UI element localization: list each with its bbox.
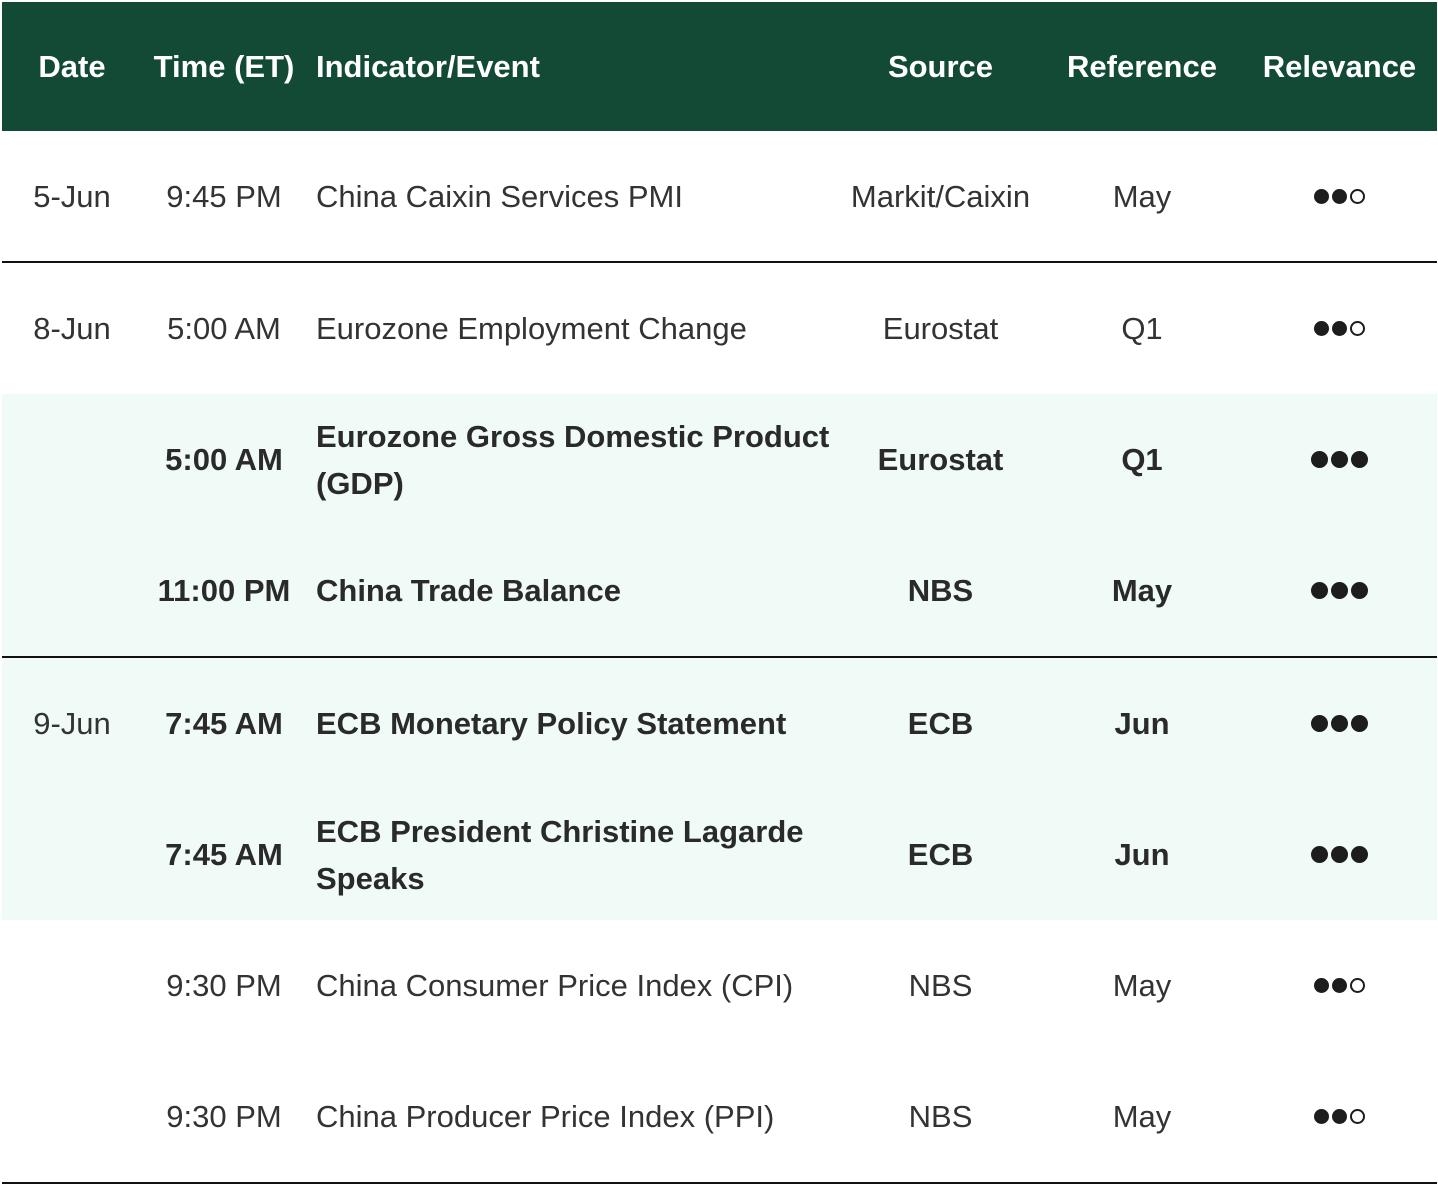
table-row: 11:00 PM China Trade Balance NBS May bbox=[2, 525, 1437, 656]
header-time: Time (ET) bbox=[153, 48, 295, 84]
table-row: 9-Jun 7:45 AM ECB Monetary Policy Statem… bbox=[2, 658, 1437, 789]
time-cell: 9:30 PM bbox=[166, 968, 282, 1003]
source-cell: NBS bbox=[908, 1099, 973, 1134]
date-cell bbox=[2, 525, 142, 656]
relevance-dot-filled-icon bbox=[1314, 1109, 1329, 1124]
relevance-dot-filled-icon bbox=[1351, 715, 1368, 732]
relevance-dot-filled-icon bbox=[1332, 1109, 1347, 1124]
time-cell: 5:00 AM bbox=[165, 442, 283, 477]
header-source: Source bbox=[887, 48, 994, 84]
event-cell: China Caixin Services PMI bbox=[316, 178, 683, 214]
source-cell: NBS bbox=[907, 573, 974, 608]
relevance-cell bbox=[1242, 920, 1437, 1051]
time-cell: 7:45 AM bbox=[165, 837, 283, 872]
date-cell bbox=[2, 394, 142, 525]
reference-cell: Jun bbox=[1114, 706, 1170, 741]
time-cell: 11:00 PM bbox=[157, 573, 291, 608]
reference-cell: May bbox=[1112, 1099, 1172, 1134]
event-cell: Eurozone Gross Domestic Product (GDP) bbox=[316, 418, 830, 501]
event-cell: China Trade Balance bbox=[316, 573, 621, 608]
relevance-dots bbox=[1311, 846, 1368, 863]
time-cell: 7:45 AM bbox=[165, 706, 283, 741]
time-cell: 9:30 PM bbox=[166, 1099, 282, 1134]
table-row: 9:30 PM China Producer Price Index (PPI)… bbox=[2, 1051, 1437, 1182]
reference-cell: May bbox=[1112, 178, 1172, 214]
relevance-dots bbox=[1314, 1109, 1365, 1124]
event-cell: Eurozone Employment Change bbox=[316, 311, 747, 346]
relevance-dot-filled-icon bbox=[1351, 451, 1368, 468]
time-cell: 9:45 PM bbox=[166, 178, 282, 214]
relevance-dots bbox=[1314, 978, 1365, 993]
table-row: 7:45 AM ECB President Christine Lagarde … bbox=[2, 789, 1437, 920]
date-cell bbox=[2, 920, 142, 1051]
relevance-dot-filled-icon bbox=[1311, 715, 1328, 732]
relevance-dot-empty-icon bbox=[1350, 321, 1365, 336]
event-cell: ECB Monetary Policy Statement bbox=[316, 706, 787, 741]
relevance-dot-filled-icon bbox=[1351, 582, 1368, 599]
table-row: 5-Jun 9:45 PM China Caixin Services PMI … bbox=[2, 131, 1437, 261]
event-cell: China Producer Price Index (PPI) bbox=[316, 1099, 775, 1134]
relevance-dot-filled-icon bbox=[1331, 451, 1348, 468]
relevance-dots bbox=[1311, 715, 1368, 732]
time-cell: 5:00 AM bbox=[167, 311, 281, 346]
relevance-cell bbox=[1242, 789, 1437, 920]
header-event: Indicator/Event bbox=[316, 48, 540, 84]
date-cell: 9-Jun bbox=[33, 706, 111, 741]
relevance-dot-filled-icon bbox=[1311, 846, 1328, 863]
source-cell: ECB bbox=[907, 706, 974, 741]
relevance-cell bbox=[1242, 394, 1437, 525]
relevance-cell bbox=[1242, 658, 1437, 789]
source-cell: Eurostat bbox=[877, 442, 1004, 477]
source-cell: ECB bbox=[907, 837, 974, 872]
date-cell: 5-Jun bbox=[33, 178, 111, 214]
relevance-dot-filled-icon bbox=[1331, 715, 1348, 732]
relevance-cell bbox=[1242, 1051, 1437, 1182]
event-cell: China Consumer Price Index (CPI) bbox=[316, 968, 794, 1003]
relevance-dot-filled-icon bbox=[1332, 978, 1347, 993]
source-cell: Eurostat bbox=[882, 311, 999, 346]
event-cell: ECB President Christine Lagarde Speaks bbox=[316, 813, 804, 896]
header-date: Date bbox=[38, 48, 106, 84]
relevance-dot-filled-icon bbox=[1331, 846, 1348, 863]
relevance-dot-filled-icon bbox=[1311, 451, 1328, 468]
source-cell: NBS bbox=[908, 968, 973, 1003]
relevance-cell bbox=[1242, 525, 1437, 656]
date-cell bbox=[2, 789, 142, 920]
reference-cell: Q1 bbox=[1121, 442, 1163, 477]
table-row: 5:00 AM Eurozone Gross Domestic Product … bbox=[2, 394, 1437, 525]
relevance-dot-empty-icon bbox=[1350, 188, 1365, 204]
table-row: 9:30 PM China Consumer Price Index (CPI)… bbox=[2, 920, 1437, 1051]
relevance-dot-filled-icon bbox=[1314, 978, 1329, 993]
relevance-dot-filled-icon bbox=[1332, 321, 1347, 336]
relevance-dots bbox=[1311, 582, 1368, 599]
date-cell bbox=[2, 1051, 142, 1182]
economic-calendar-table: Date Time (ET) Indicator/Event Source Re… bbox=[2, 2, 1437, 1184]
table-row: 8-Jun 5:00 AM Eurozone Employment Change… bbox=[2, 263, 1437, 394]
reference-cell: Q1 bbox=[1121, 311, 1163, 346]
relevance-dots bbox=[1311, 451, 1368, 468]
header-relevance: Relevance bbox=[1262, 48, 1417, 84]
table-header: Date Time (ET) Indicator/Event Source Re… bbox=[2, 2, 1437, 131]
relevance-dots bbox=[1314, 321, 1365, 336]
relevance-cell bbox=[1242, 263, 1437, 394]
source-cell: Markit/Caixin bbox=[850, 178, 1031, 214]
row-divider bbox=[2, 1182, 1437, 1184]
relevance-dot-filled-icon bbox=[1331, 582, 1348, 599]
relevance-dots bbox=[1314, 188, 1365, 204]
reference-cell: May bbox=[1111, 573, 1173, 608]
reference-cell: Jun bbox=[1114, 837, 1170, 872]
relevance-dot-filled-icon bbox=[1314, 188, 1329, 204]
relevance-dot-empty-icon bbox=[1350, 1109, 1365, 1124]
date-cell: 8-Jun bbox=[33, 311, 111, 346]
reference-cell: May bbox=[1112, 968, 1172, 1003]
relevance-cell bbox=[1242, 131, 1437, 261]
relevance-dot-empty-icon bbox=[1350, 978, 1365, 993]
header-reference: Reference bbox=[1067, 48, 1217, 84]
relevance-dot-filled-icon bbox=[1351, 846, 1368, 863]
relevance-dot-filled-icon bbox=[1311, 582, 1328, 599]
relevance-dot-filled-icon bbox=[1314, 321, 1329, 336]
relevance-dot-filled-icon bbox=[1332, 188, 1347, 204]
